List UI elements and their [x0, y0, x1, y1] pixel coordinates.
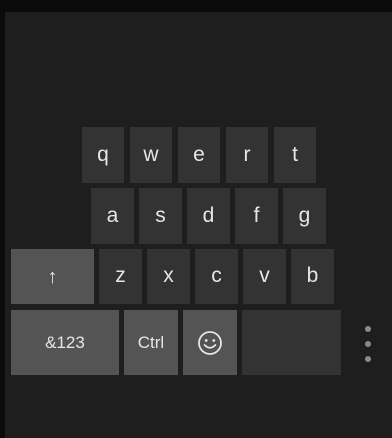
- emoji-key[interactable]: [183, 310, 237, 375]
- key-r[interactable]: r: [226, 127, 268, 183]
- key-label: v: [259, 264, 270, 287]
- key-label: c: [211, 264, 222, 287]
- key-label: t: [292, 142, 298, 166]
- key-label: f: [253, 203, 260, 227]
- key-v[interactable]: v: [243, 249, 286, 304]
- dot: [365, 356, 371, 362]
- key-label: r: [243, 142, 251, 166]
- shift-arrow-icon: ↑: [47, 265, 58, 288]
- ctrl-key[interactable]: Ctrl: [124, 310, 178, 375]
- key-label: s: [155, 203, 166, 227]
- symbols-label: &123: [45, 333, 85, 352]
- key-b[interactable]: b: [291, 249, 334, 304]
- key-s[interactable]: s: [139, 188, 182, 244]
- key-label: d: [202, 203, 215, 227]
- dot: [365, 326, 371, 332]
- smiley-face-icon: [198, 330, 222, 355]
- shift-key[interactable]: ↑: [11, 249, 94, 304]
- key-x[interactable]: x: [147, 249, 190, 304]
- key-w[interactable]: w: [130, 127, 172, 183]
- key-z[interactable]: z: [99, 249, 142, 304]
- vertical-ellipsis-icon[interactable]: [361, 326, 375, 362]
- key-a[interactable]: a: [91, 188, 134, 244]
- key-f[interactable]: f: [235, 188, 278, 244]
- key-q[interactable]: q: [82, 127, 124, 183]
- key-e[interactable]: e: [178, 127, 220, 183]
- key-label: x: [163, 264, 174, 287]
- key-label: w: [143, 142, 159, 166]
- key-label: e: [193, 142, 205, 166]
- key-label: b: [306, 264, 319, 287]
- key-label: a: [106, 203, 119, 227]
- space-key[interactable]: [242, 310, 341, 375]
- key-g[interactable]: g: [283, 188, 326, 244]
- key-t[interactable]: t: [274, 127, 316, 183]
- key-label: q: [97, 142, 109, 166]
- dot: [365, 341, 371, 347]
- key-label: g: [298, 203, 311, 227]
- key-c[interactable]: c: [195, 249, 238, 304]
- symbols-key[interactable]: &123: [11, 310, 119, 375]
- key-label: z: [115, 264, 126, 287]
- key-d[interactable]: d: [187, 188, 230, 244]
- ctrl-label: Ctrl: [137, 333, 165, 352]
